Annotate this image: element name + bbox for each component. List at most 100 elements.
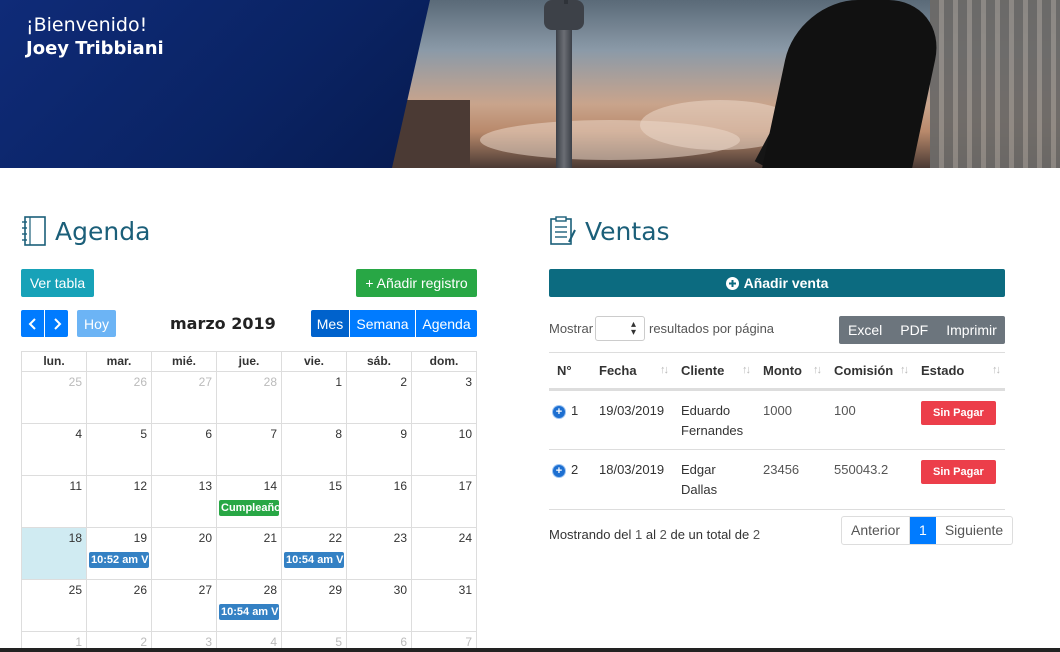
calendar-event[interactable]: 10:54 am Vi	[219, 604, 279, 620]
calendar-day[interactable]: 5	[87, 424, 152, 476]
document-list-icon	[550, 216, 576, 245]
calendar-day[interactable]: 12	[87, 476, 152, 528]
calendar-day[interactable]: 15	[282, 476, 347, 528]
day-number: 2	[140, 635, 147, 649]
view-agenda-button[interactable]: Agenda	[416, 310, 477, 337]
weekday-label: vie.	[282, 352, 347, 372]
calendar-day[interactable]: 30	[347, 580, 412, 632]
calendar-day[interactable]: 19 10:52 am Vi	[87, 528, 152, 580]
monto-cell: 23456	[755, 449, 826, 510]
today-button[interactable]: Hoy	[77, 310, 116, 337]
view-month-button[interactable]: Mes	[311, 310, 349, 337]
info-text: de un total de	[670, 527, 750, 542]
calendar-day[interactable]: 27	[152, 372, 217, 424]
day-number: 12	[133, 479, 147, 493]
calendar-day[interactable]: 14 Cumpleaños	[217, 476, 282, 528]
calendar-event[interactable]: Cumpleaños	[219, 500, 279, 516]
day-number: 4	[270, 635, 277, 649]
calendar-day[interactable]: 1	[282, 372, 347, 424]
day-number: 6	[400, 635, 407, 649]
add-sale-button[interactable]: Añadir venta	[549, 269, 1005, 297]
calendar-day[interactable]: 3	[412, 372, 477, 424]
calendar-event[interactable]: 10:52 am Vi	[89, 552, 149, 568]
calendar-weekday-header: lun. mar. mié. jue. vie. sáb. dom.	[22, 352, 477, 372]
calendar-day[interactable]: 8	[282, 424, 347, 476]
row-number-cell[interactable]: +2	[549, 449, 591, 510]
status-badge: Sin Pagar	[921, 460, 996, 484]
add-record-button[interactable]: + Añadir registro	[356, 269, 477, 297]
day-number: 25	[68, 583, 82, 597]
view-week-button[interactable]: Semana	[350, 310, 415, 337]
calendar-day[interactable]: 28	[217, 372, 282, 424]
calendar-day[interactable]: 25	[22, 580, 87, 632]
calendar-day[interactable]: 9	[347, 424, 412, 476]
weekday-label: mié.	[152, 352, 217, 372]
calendar-day[interactable]: 16	[347, 476, 412, 528]
calendar-day[interactable]: 11	[22, 476, 87, 528]
cliente-cell: Edgar Dallas	[673, 449, 755, 510]
calendar-day[interactable]: 17	[412, 476, 477, 528]
calendar-day[interactable]: 22 10:54 am Vi	[282, 528, 347, 580]
calendar-day[interactable]: 26	[87, 580, 152, 632]
calendar-week-row: 25 26 27 28 10:54 am Vi 29 30 31	[22, 580, 477, 632]
expand-row-icon[interactable]: +	[553, 465, 565, 477]
calendar-day[interactable]: 29	[282, 580, 347, 632]
calendar-day[interactable]: 23	[347, 528, 412, 580]
weekday-label: mar.	[87, 352, 152, 372]
calendar-day[interactable]: 26	[87, 372, 152, 424]
col-monto[interactable]: Monto ↑↓	[755, 352, 826, 391]
weekday-label: sáb.	[347, 352, 412, 372]
calendar-event[interactable]: 10:54 am Vi	[284, 552, 344, 568]
day-number: 7	[270, 427, 277, 441]
calendar-day[interactable]: 7	[217, 424, 282, 476]
day-number: 31	[458, 583, 472, 597]
day-number: 4	[75, 427, 82, 441]
fecha-cell: 18/03/2019	[591, 449, 673, 510]
calendar-day[interactable]: 28 10:54 am Vi	[217, 580, 282, 632]
day-number: 26	[133, 583, 147, 597]
col-cliente[interactable]: Cliente ↑↓	[673, 352, 755, 391]
pagination-next[interactable]: Siguiente	[936, 517, 1012, 544]
entries-select[interactable]: ▴ ▾	[595, 316, 645, 341]
calendar-day[interactable]: 13	[152, 476, 217, 528]
row-number: 2	[571, 462, 579, 477]
col-comision[interactable]: Comisión ↑↓	[826, 352, 913, 391]
export-pdf-button[interactable]: PDF	[891, 322, 937, 338]
calendar-day[interactable]: 10	[412, 424, 477, 476]
calendar-day[interactable]: 20	[152, 528, 217, 580]
calendar-day[interactable]: 27	[152, 580, 217, 632]
pagination-prev[interactable]: Anterior	[842, 517, 911, 544]
calendar-day[interactable]: 6	[152, 424, 217, 476]
calendar-grid: lun. mar. mié. jue. vie. sáb. dom. 25 26 27 28 1 2 3…	[21, 351, 477, 652]
expand-row-icon[interactable]: +	[553, 406, 565, 418]
sales-table: N° Fecha ↑↓ Cliente ↑↓ Monto ↑↓ Comisión ↑↓ …	[549, 352, 1005, 510]
day-number: 29	[328, 583, 342, 597]
calendar-day[interactable]: 31	[412, 580, 477, 632]
day-number: 5	[335, 635, 342, 649]
estado-cell: Sin Pagar	[913, 389, 1005, 450]
calendar-day[interactable]: 2	[347, 372, 412, 424]
pagination-page[interactable]: 1	[910, 517, 936, 544]
col-estado[interactable]: Estado ↑↓	[913, 352, 1005, 391]
calendar-day-today[interactable]: 18	[22, 528, 87, 580]
day-number: 10	[458, 427, 472, 441]
col-fecha[interactable]: Fecha ↑↓	[591, 352, 673, 391]
ver-tabla-button[interactable]: Ver tabla	[21, 269, 94, 297]
calendar-day[interactable]: 4	[22, 424, 87, 476]
next-month-button[interactable]	[45, 310, 68, 337]
col-number[interactable]: N°	[549, 352, 591, 391]
export-excel-button[interactable]: Excel	[839, 322, 891, 338]
info-text: al	[645, 527, 656, 542]
sort-icon: ↑↓	[900, 364, 909, 376]
agenda-title: Agenda	[55, 216, 151, 246]
prev-month-button[interactable]	[21, 310, 44, 337]
row-number-cell[interactable]: +1	[549, 389, 591, 450]
print-button[interactable]: Imprimir	[937, 322, 1006, 338]
calendar-day[interactable]: 21	[217, 528, 282, 580]
calendar-day[interactable]: 24	[412, 528, 477, 580]
pagination: Anterior 1 Siguiente	[841, 516, 1014, 545]
day-number: 23	[393, 531, 407, 545]
export-button-group: Excel PDF Imprimir	[839, 316, 1005, 344]
calendar-day[interactable]: 25	[22, 372, 87, 424]
monto-cell: 1000	[755, 389, 826, 450]
